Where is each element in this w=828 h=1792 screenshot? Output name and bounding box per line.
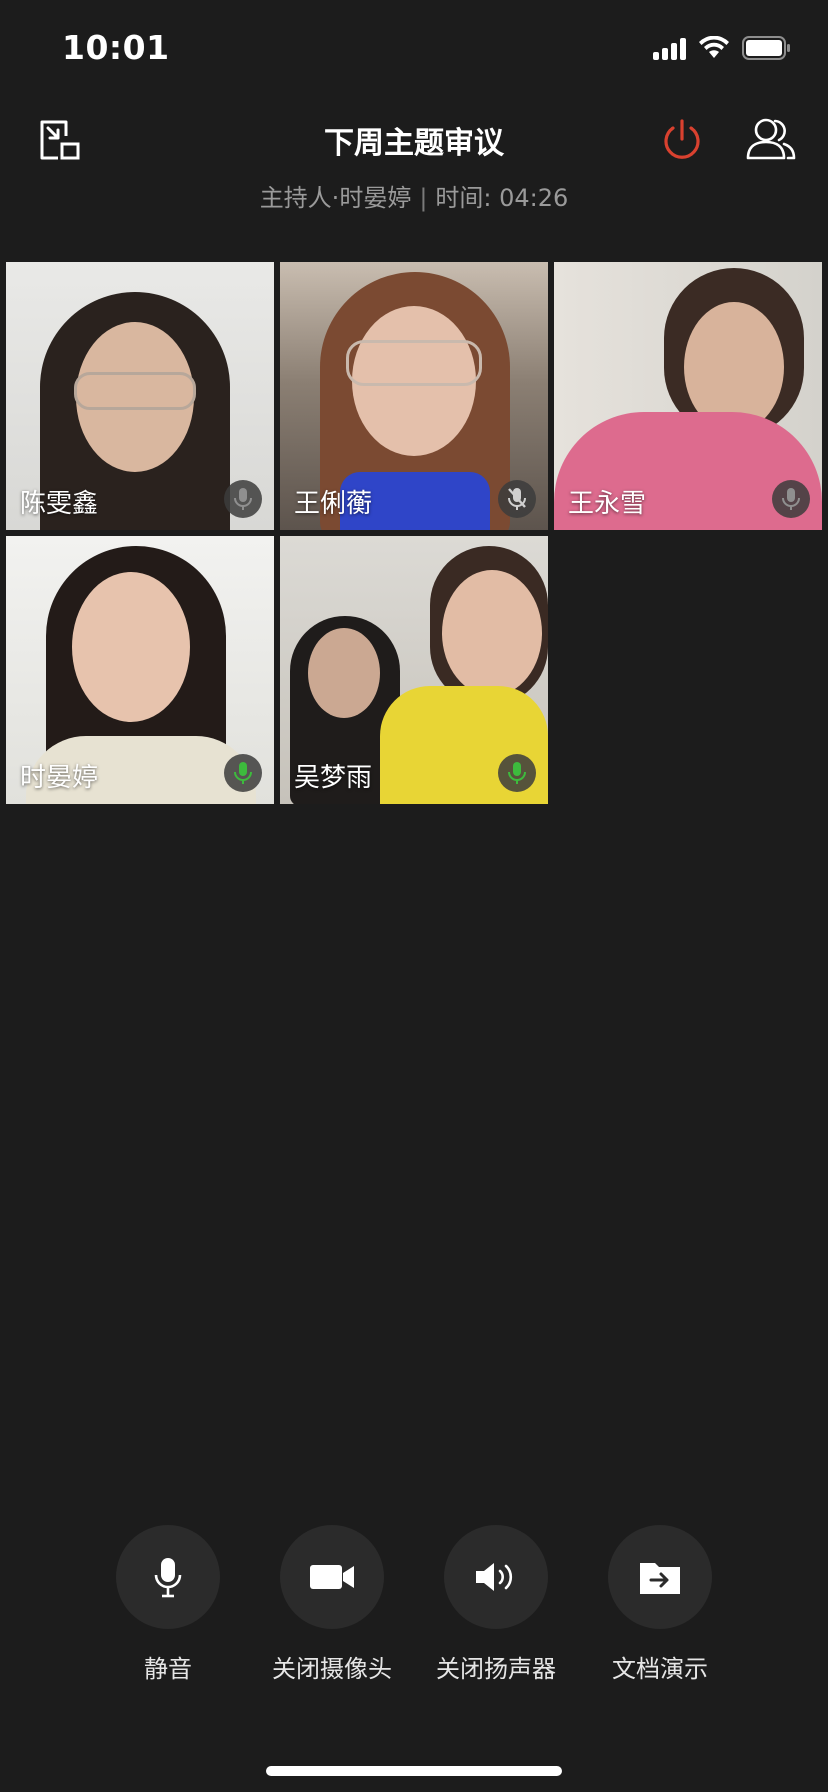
mic-status-badge [772,480,810,518]
camera-off-button[interactable]: 关闭摄像头 [250,1525,414,1684]
camera-off-button-label: 关闭摄像头 [272,1655,392,1683]
share-document-icon [640,1563,680,1594]
participant-name: 王俐蘅 [294,489,373,519]
participant-glasses [346,340,482,386]
participant-tile[interactable]: 王永雪 [554,262,822,530]
speaker-icon [476,1563,513,1591]
wifi-icon [699,36,729,58]
video-camera-icon [310,1565,354,1589]
cellular-signal-icon [653,36,686,60]
participant-name: 时晏婷 [20,763,99,793]
mute-button[interactable]: 静音 [86,1525,250,1684]
mic-status-badge [224,480,262,518]
microphone-icon [234,488,252,510]
battery-icon [742,36,790,60]
mute-button-label: 静音 [144,1655,192,1683]
home-indicator [266,1766,562,1776]
meeting-controls: 静音 关闭摄像头 关闭扬声器 文档演示 [0,1525,828,1685]
microphone-active-icon [234,762,252,784]
end-meeting-power-icon[interactable] [660,118,704,162]
participant-tile[interactable]: 王俐蘅 [280,262,548,530]
participant-tile[interactable]: 陈雯鑫 [6,262,274,530]
participant-name: 吴梦雨 [294,763,373,793]
participant-glasses [74,372,196,410]
microphone-muted-icon [508,488,526,510]
participant-face [72,572,190,722]
participant-name: 王永雪 [568,489,647,519]
speaker-off-button-circle[interactable] [444,1525,548,1629]
participant-face [308,628,380,718]
microphone-icon [154,1558,182,1598]
mute-button-circle[interactable] [116,1525,220,1629]
participant-tile[interactable]: 时晏婷 [6,536,274,804]
subtitle-separator: | [419,184,428,212]
document-share-button-label: 文档演示 [612,1655,708,1683]
document-share-button[interactable]: 文档演示 [578,1525,742,1684]
meeting-subtitle: 主持人·时晏婷 | 时间: 04:26 [0,178,828,213]
mic-status-badge [498,480,536,518]
participant-name: 陈雯鑫 [20,489,99,519]
participant-face [442,570,542,696]
status-bar: 10:01 [0,0,828,100]
meeting-duration: 时间: 04:26 [435,184,569,212]
status-time: 10:01 [62,28,170,67]
mic-status-badge [498,754,536,792]
mic-status-badge [224,754,262,792]
status-icons [653,36,792,60]
speaker-off-button-label: 关闭扬声器 [436,1655,556,1683]
document-share-button-circle[interactable] [608,1525,712,1629]
microphone-icon [782,488,800,510]
microphone-active-icon [508,762,526,784]
camera-off-button-circle[interactable] [280,1525,384,1629]
speaker-off-button[interactable]: 关闭扬声器 [414,1525,578,1684]
members-icon[interactable] [746,116,796,162]
meeting-host: 主持人·时晏婷 [259,184,412,212]
participant-tile[interactable]: 吴梦雨 [280,536,548,804]
meeting-header: 下周主题审议 主持人·时晏婷 | 时间: 04:26 [0,100,828,220]
